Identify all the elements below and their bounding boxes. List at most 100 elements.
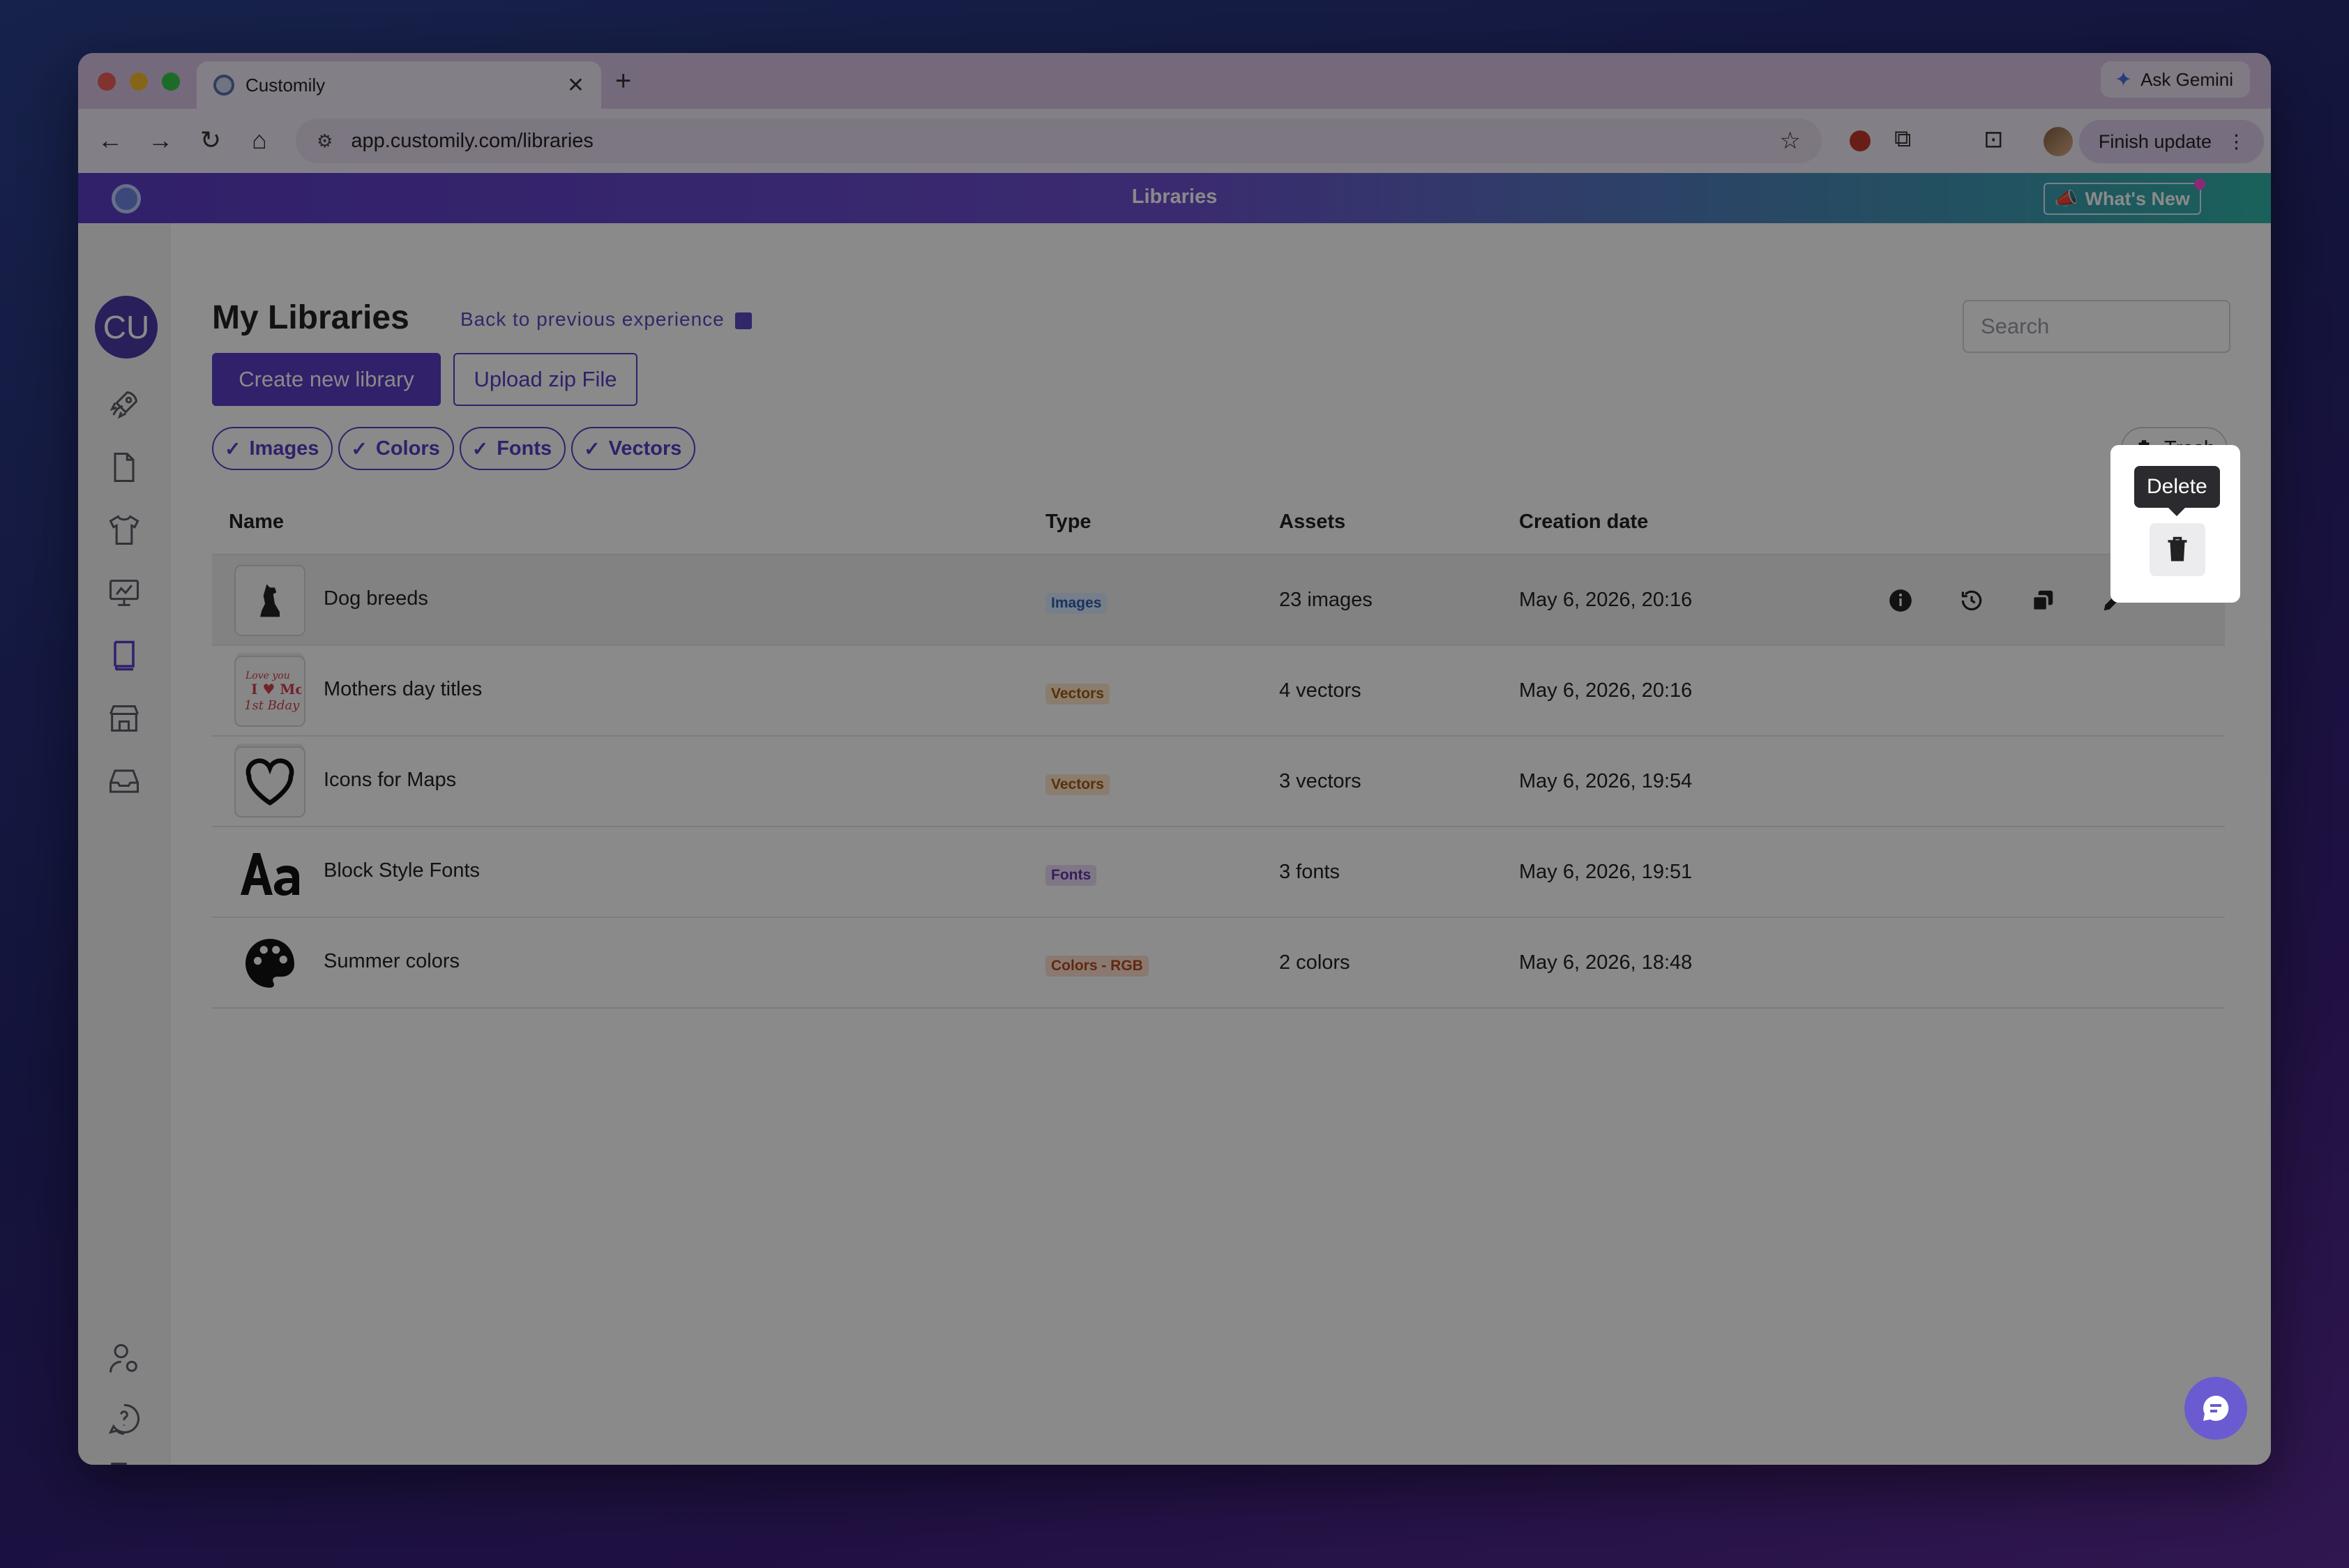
whats-new-button[interactable]: 📣 What's New [2043,179,2205,215]
type-badge: Vectors [1045,684,1110,704]
creation-date: May 6, 2026, 19:51 [1519,861,1693,883]
store-icon[interactable] [105,699,144,738]
svg-text:Love you: Love you [245,670,290,681]
tab-bar: Customily ✕ + ✦ Ask Gemini [78,53,2271,109]
favicon-icon [213,75,234,96]
delete-tooltip: Delete [2134,466,2220,516]
library-name: Mothers day titles [324,678,483,700]
sidebar: CU [78,223,170,1465]
row-actions [1865,576,2150,625]
creation-date: May 6, 2026, 19:54 [1519,770,1693,792]
library-name: Block Style Fonts [324,859,481,882]
profile-avatar[interactable] [2044,127,2073,156]
asset-count: 3 fonts [1279,861,1340,883]
user-avatar[interactable]: CU [95,296,158,359]
tab-title: Customily [246,74,326,96]
browser-tab[interactable]: Customily ✕ [197,61,601,109]
document-icon[interactable] [105,448,144,487]
check-icon: ✓ [471,437,489,460]
extensions-puzzle-icon[interactable]: ⧉ [1894,126,1911,153]
type-badge: Vectors [1045,774,1110,795]
column-header-type[interactable]: Type [1045,511,1092,534]
delete-spotlight: Delete [2110,445,2240,603]
table-row[interactable]: Dog breeds Images 23 images May 6, 2026,… [212,555,2225,646]
url-text: app.customily.com/libraries [351,129,594,152]
column-header-assets[interactable]: Assets [1279,511,1345,534]
duplicate-icon[interactable] [2007,576,2078,625]
chip-label: Fonts [497,437,552,460]
chat-icon [2203,1395,2229,1421]
extension-icon[interactable] [1850,130,1871,151]
type-badge: Fonts [1045,865,1097,886]
ask-gemini-button[interactable]: ✦ Ask Gemini [2100,61,2250,98]
back-to-previous-link[interactable]: Back to previous experience [460,308,752,331]
palette-thumbnail [234,928,305,999]
user-settings-icon[interactable] [105,1339,144,1378]
minimize-window-button[interactable] [130,73,148,91]
logout-icon[interactable] [105,1458,144,1465]
info-icon[interactable] [1865,576,1936,625]
chat-widget-button[interactable] [2184,1377,2247,1440]
filter-chip-colors[interactable]: ✓ Colors [338,427,454,470]
finish-update-button[interactable]: Finish update ⋮ [2078,120,2264,163]
creation-date: May 6, 2026, 18:48 [1519,951,1693,974]
whats-new-label: What's New [2085,188,2190,209]
creation-date: May 6, 2026, 20:16 [1519,589,1693,611]
site-settings-icon[interactable]: ⚙ [317,130,333,152]
rocket-icon[interactable] [105,385,144,424]
font-aa-thumbnail [234,837,305,908]
dog-silhouette-thumbnail [234,565,305,636]
browser-window: Customily ✕ + ✦ Ask Gemini ← → ↻ ⌂ ⚙ app… [78,53,2271,1465]
home-icon[interactable]: ⌂ [244,126,275,155]
history-icon[interactable] [1936,576,2007,625]
trash-icon [2168,536,2187,561]
address-bar[interactable]: ⚙ app.customily.com/libraries ☆ [296,119,1822,163]
check-icon: ✓ [584,437,601,460]
close-tab-icon[interactable]: ✕ [567,73,584,98]
create-library-button[interactable]: Create new library [212,353,441,406]
back-arrow-icon[interactable]: ← [95,126,126,155]
new-tab-button[interactable]: + [615,66,631,97]
bookmark-star-icon[interactable]: ☆ [1780,127,1801,155]
inbox-icon[interactable] [105,762,144,801]
table-row[interactable]: Block Style Fonts Fonts 3 fonts May 6, 2… [212,827,2225,918]
notification-dot [2194,179,2205,190]
upload-zip-button[interactable]: Upload zip File [453,353,637,406]
page-title: My Libraries [212,299,409,336]
delete-button[interactable] [2150,523,2205,576]
close-window-button[interactable] [98,73,116,91]
reload-icon[interactable]: ↻ [195,126,226,155]
maximize-window-button[interactable] [162,73,180,91]
forward-arrow-icon[interactable]: → [145,126,176,155]
library-name: Dog breeds [324,587,428,610]
filter-chip-vectors[interactable]: ✓ Vectors [571,427,696,470]
filter-chips: ✓ Images ✓ Colors ✓ Fonts ✓ Vectors [212,427,696,470]
help-icon[interactable] [105,1399,144,1438]
book-icon[interactable] [105,636,144,675]
ask-gemini-label: Ask Gemini [2140,68,2233,90]
filter-chip-images[interactable]: ✓ Images [212,427,333,470]
finish-update-label: Finish update [2098,130,2212,152]
mothers-day-art-thumbnail: Love youI ♥ Mom1st Bday [234,656,305,727]
column-header-name[interactable]: Name [229,511,284,534]
tshirt-icon[interactable] [105,511,144,550]
table-row[interactable]: Icons for Maps Vectors 3 vectors May 6, … [212,737,2225,827]
svg-text:I ♥ Mom: I ♥ Mom [251,681,301,698]
filter-chip-fonts[interactable]: ✓ Fonts [459,427,566,470]
column-header-creation-date[interactable]: Creation date [1519,511,1648,534]
type-badge: Colors - RGB [1045,956,1149,977]
page-header-title: Libraries [1131,186,1218,208]
library-name: Icons for Maps [324,769,457,791]
monitor-icon[interactable] [105,573,144,612]
heart-outline-thumbnail [234,746,305,817]
tab-search-icon[interactable]: ⊡ [1984,126,2004,153]
browser-toolbar: ← → ↻ ⌂ ⚙ app.customily.com/libraries ☆ … [78,109,2271,173]
search-input[interactable] [1963,300,2230,353]
chip-label: Colors [375,437,440,460]
libraries-table: Name Type Assets Creation date Dog breed… [212,488,2225,1009]
type-badge: Images [1045,593,1108,614]
more-menu-icon[interactable]: ⋮ [2227,131,2246,153]
table-row[interactable]: Love youI ♥ Mom1st Bday Mothers day titl… [212,646,2225,737]
svg-text:1st Bday: 1st Bday [244,698,300,713]
table-row[interactable]: Summer colors Colors - RGB 2 colors May … [212,918,2225,1009]
